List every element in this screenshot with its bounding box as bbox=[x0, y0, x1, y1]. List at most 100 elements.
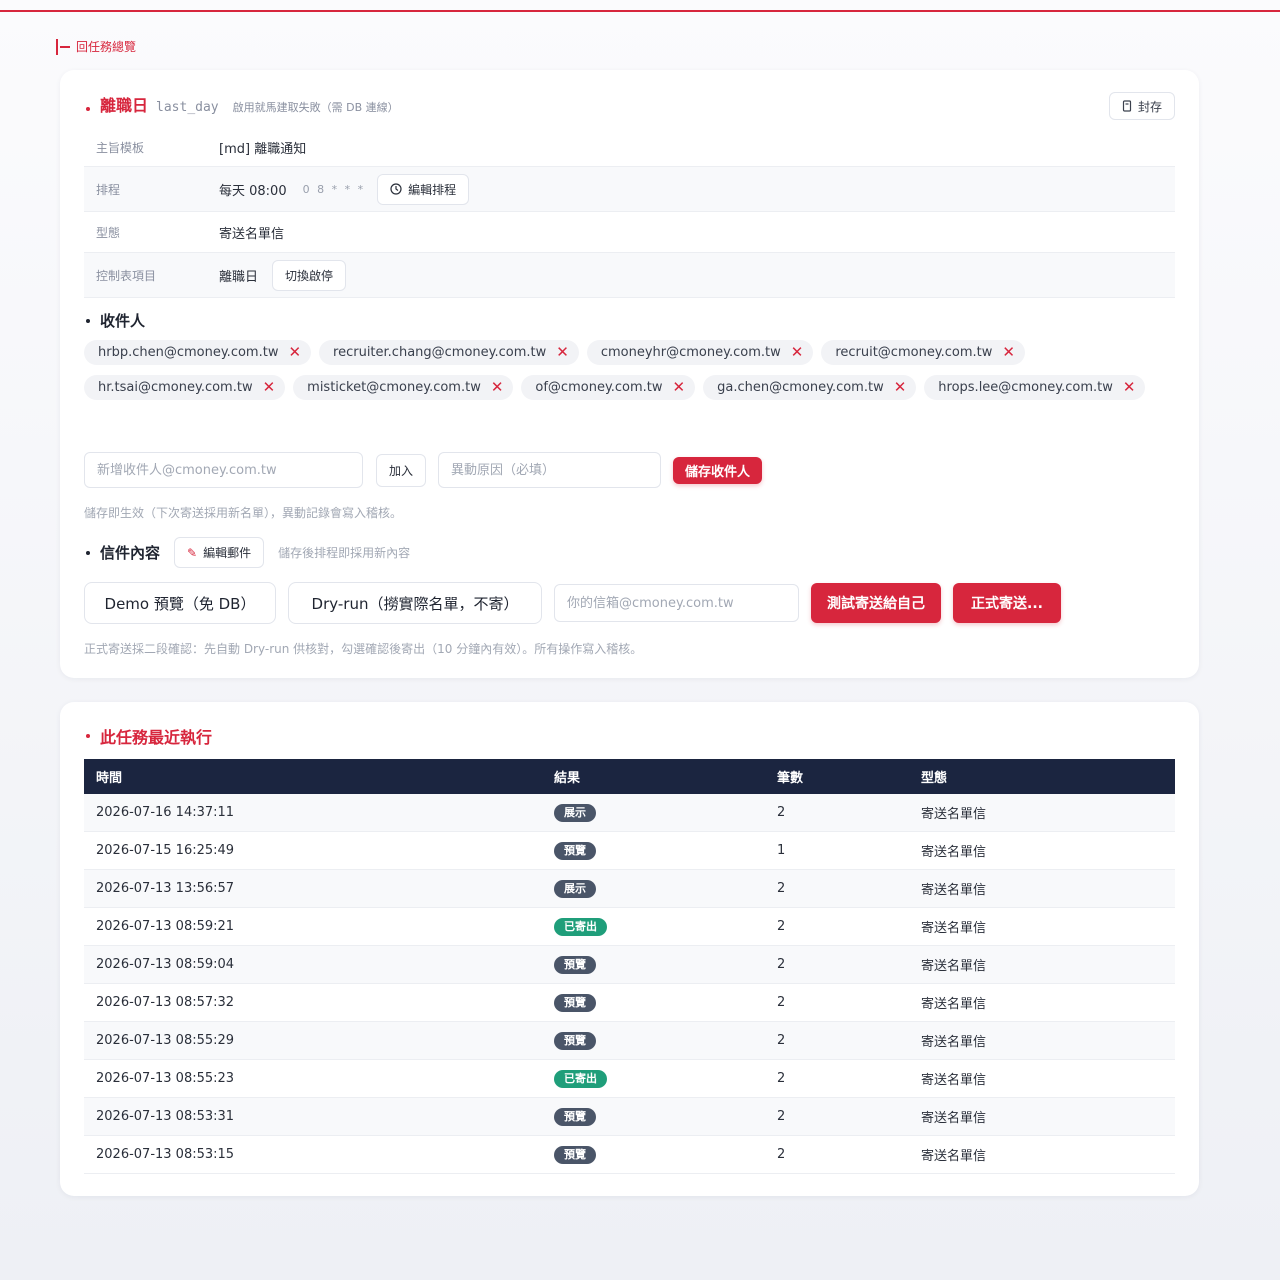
remove-recipient-icon[interactable]: ✕ bbox=[1123, 380, 1136, 395]
self-email-input[interactable] bbox=[554, 584, 799, 622]
real-send-button[interactable]: 正式寄送... bbox=[953, 583, 1061, 623]
demo-preview-button[interactable]: Demo 預覽（免 DB） bbox=[84, 582, 276, 624]
table-row: 2026-07-15 16:25:49 預覽 1 寄送名單信 bbox=[84, 831, 1175, 870]
run-time: 2026-07-13 08:53:31 bbox=[84, 1097, 542, 1136]
recipient-chip: ga.chen@cmoney.com.tw ✕ bbox=[703, 375, 917, 400]
remove-recipient-icon[interactable]: ✕ bbox=[263, 380, 276, 395]
table-row: 2026-07-13 08:59:04 預覽 2 寄送名單信 bbox=[84, 945, 1175, 984]
remove-recipient-icon[interactable]: ✕ bbox=[1002, 345, 1015, 360]
remove-recipient-icon[interactable]: ✕ bbox=[556, 345, 569, 360]
task-detail-card: 離職日 last_day 啟用就馬建取失敗（需 DB 連線） 封存 主旨模板 [… bbox=[60, 70, 1199, 678]
meta-row-schedule: 排程 每天 08:00 0 8 * * * 編輯排程 bbox=[84, 167, 1175, 212]
status-badge: 預覽 bbox=[554, 993, 596, 1012]
test-send-button[interactable]: 測試寄送給自己 bbox=[811, 583, 941, 623]
run-type: 寄送名單信 bbox=[909, 1059, 1175, 1098]
run-type: 寄送名單信 bbox=[909, 869, 1175, 908]
recipient-chip: misticket@cmoney.com.tw ✕ bbox=[293, 375, 514, 400]
recipient-email: misticket@cmoney.com.tw bbox=[307, 380, 481, 395]
remove-recipient-icon[interactable]: ✕ bbox=[491, 380, 504, 395]
run-type: 寄送名單信 bbox=[909, 831, 1175, 870]
column-header-type: 型態 bbox=[909, 759, 1175, 794]
meta-row-control: 控制表項目 離職日 切換啟停 bbox=[84, 253, 1175, 298]
meta-key-control: 控制表項目 bbox=[96, 268, 157, 283]
recipient-email: hrops.lee@cmoney.com.tw bbox=[938, 380, 1113, 395]
status-badge: 預覽 bbox=[554, 1031, 596, 1050]
send-actions-row: Demo 預覽（免 DB） Dry-run（撈實際名單，不寄） 測試寄送給自己 … bbox=[84, 582, 1061, 624]
edit-schedule-button[interactable]: 編輯排程 bbox=[377, 173, 470, 205]
run-count: 2 bbox=[765, 983, 909, 1022]
recipient-email: hrbp.chen@cmoney.com.tw bbox=[98, 345, 279, 360]
archive-button[interactable]: 封存 bbox=[1108, 92, 1175, 120]
status-badge: 預覽 bbox=[554, 1145, 596, 1164]
column-header-result: 結果 bbox=[542, 759, 765, 794]
archive-icon bbox=[1122, 100, 1132, 112]
control-value: 離職日 bbox=[219, 269, 259, 285]
remove-recipient-icon[interactable]: ✕ bbox=[894, 380, 907, 395]
table-row: 2026-07-13 13:56:57 展示 2 寄送名單信 bbox=[84, 869, 1175, 908]
back-to-overview-link[interactable]: 回任務總覽 bbox=[56, 38, 136, 55]
recipient-email: cmoneyhr@cmoney.com.tw bbox=[600, 345, 781, 360]
run-count: 2 bbox=[765, 1097, 909, 1136]
task-code: last_day bbox=[156, 100, 219, 115]
dry-run-button[interactable]: Dry-run（撈實際名單，不寄） bbox=[288, 582, 542, 624]
meta-key-form: 型態 bbox=[96, 225, 121, 240]
run-time: 2026-07-15 16:25:49 bbox=[84, 831, 542, 870]
add-recipient-button[interactable]: 加入 bbox=[376, 453, 427, 487]
recent-runs-heading: 此任務最近執行 bbox=[86, 724, 212, 748]
table-row: 2026-07-13 08:55:23 已寄出 2 寄送名單信 bbox=[84, 1059, 1175, 1098]
task-meta-table: 主旨模板 [md] 離職通知 排程 每天 08:00 0 8 * * * 編輯排… bbox=[84, 128, 1175, 298]
task-description: 啟用就馬建取失敗（需 DB 連線） bbox=[232, 101, 399, 114]
table-row: 2026-07-13 08:53:15 預覽 2 寄送名單信 bbox=[84, 1135, 1175, 1174]
recipient-input-row: 加入 儲存收件人 bbox=[84, 452, 763, 488]
recipient-email: of@cmoney.com.tw bbox=[535, 380, 663, 395]
run-time: 2026-07-13 08:59:21 bbox=[84, 907, 542, 946]
recipient-chips: hrbp.chen@cmoney.com.tw ✕ recruiter.chang@… bbox=[84, 340, 1179, 400]
meta-row-form: 型態 寄送名單信 bbox=[84, 212, 1175, 253]
top-accent-line bbox=[0, 10, 1280, 12]
status-badge: 預覽 bbox=[554, 841, 596, 860]
recipient-email: recruiter.chang@cmoney.com.tw bbox=[333, 345, 547, 360]
run-time: 2026-07-13 08:55:29 bbox=[84, 1021, 542, 1060]
run-type: 寄送名單信 bbox=[909, 945, 1175, 984]
run-type: 寄送名單信 bbox=[909, 1135, 1175, 1174]
edit-schedule-label: 編輯排程 bbox=[408, 182, 457, 197]
edit-mail-button[interactable]: ✎ 編輯郵件 bbox=[174, 537, 265, 568]
recent-runs-table: 時間 結果 筆數 型態 2026-07-16 14:37:11 展示 2 寄送名單信 2… bbox=[84, 759, 1175, 1174]
task-title: 離職日 bbox=[100, 96, 149, 115]
run-count: 1 bbox=[765, 831, 909, 870]
new-recipient-input[interactable] bbox=[84, 452, 363, 488]
run-type: 寄送名單信 bbox=[909, 907, 1175, 946]
back-label: 回任務總覽 bbox=[76, 40, 137, 54]
task-header: 離職日 last_day 啟用就馬建取失敗（需 DB 連線） bbox=[86, 92, 399, 116]
recipient-chip: hrops.lee@cmoney.com.tw ✕ bbox=[924, 375, 1146, 400]
remove-recipient-icon[interactable]: ✕ bbox=[791, 345, 804, 360]
column-header-count: 筆數 bbox=[765, 759, 909, 794]
change-reason-input[interactable] bbox=[438, 452, 662, 488]
run-time: 2026-07-13 08:59:04 bbox=[84, 945, 542, 984]
run-count: 2 bbox=[765, 1135, 909, 1174]
run-count: 2 bbox=[765, 869, 909, 908]
meta-value-form: 寄送名單信 bbox=[219, 226, 285, 242]
recipient-email: hr.tsai@cmoney.com.tw bbox=[98, 380, 253, 395]
status-badge: 展示 bbox=[554, 803, 596, 822]
run-time: 2026-07-13 08:57:32 bbox=[84, 983, 542, 1022]
content-hint: 儲存後排程即採用新內容 bbox=[278, 546, 411, 560]
recipient-chip: recruiter.chang@cmoney.com.tw ✕ bbox=[319, 340, 579, 365]
pencil-icon: ✎ bbox=[187, 545, 198, 560]
save-recipients-button[interactable]: 儲存收件人 bbox=[673, 456, 763, 484]
meta-key-template: 主旨模板 bbox=[96, 140, 145, 155]
schedule-cron: 0 8 * * * bbox=[302, 182, 366, 196]
remove-recipient-icon[interactable]: ✕ bbox=[288, 345, 301, 360]
toggle-enable-button[interactable]: 切換啟停 bbox=[272, 259, 347, 291]
run-time: 2026-07-13 08:53:15 bbox=[84, 1135, 542, 1174]
remove-recipient-icon[interactable]: ✕ bbox=[673, 380, 686, 395]
send-hint: 正式寄送採二段確認：先自動 Dry-run 供核對，勾選確認後寄出（10 分鐘內… bbox=[84, 642, 643, 656]
table-row: 2026-07-13 08:53:31 預覽 2 寄送名單信 bbox=[84, 1097, 1175, 1136]
status-badge: 已寄出 bbox=[554, 1069, 607, 1088]
meta-key-schedule: 排程 bbox=[96, 182, 121, 197]
status-badge: 預覽 bbox=[554, 1107, 596, 1126]
content-heading: 信件內容 bbox=[100, 544, 161, 562]
content-heading-row: 信件內容 ✎ 編輯郵件 儲存後排程即採用新內容 bbox=[86, 537, 410, 568]
table-row: 2026-07-13 08:59:21 已寄出 2 寄送名單信 bbox=[84, 907, 1175, 946]
table-row: 2026-07-13 08:55:29 預覽 2 寄送名單信 bbox=[84, 1021, 1175, 1060]
